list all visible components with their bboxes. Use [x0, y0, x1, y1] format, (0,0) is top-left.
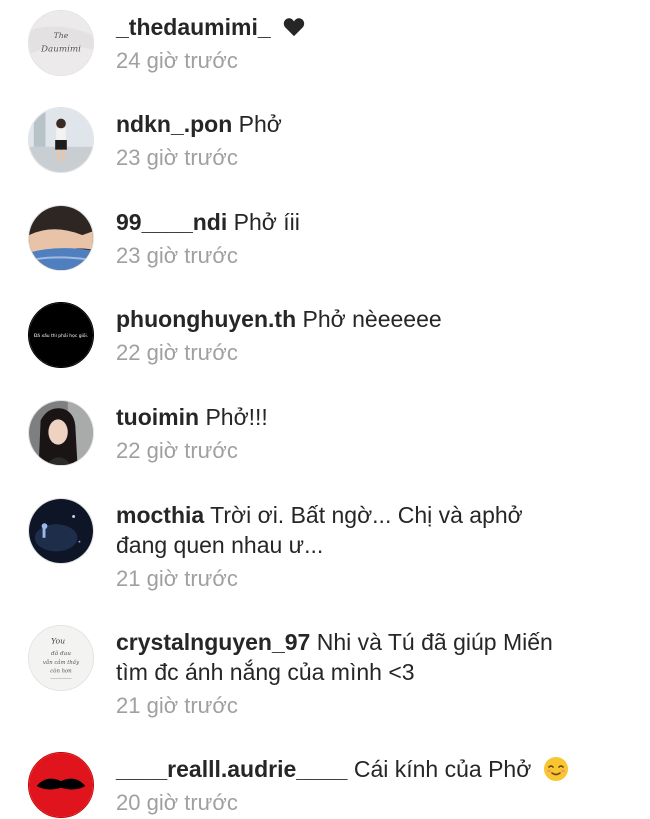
heart-icon: [283, 18, 305, 37]
avatar-quote-text: Đã xấu thì phải học giỏi.: [34, 332, 88, 339]
comment-text: Nhi và Tú đã giúp Miến: [316, 629, 553, 655]
comment-timestamp: 24 giờ trước: [116, 48, 238, 73]
comment-username[interactable]: tuoimin: [116, 404, 199, 430]
comment-text: Trời ơi. Bất ngờ... Chị và aphở: [210, 502, 523, 528]
comments-list: The Daumimi _thedaumimi_ 24 giờ trước nd…: [0, 0, 650, 819]
avatar[interactable]: [28, 752, 94, 818]
girl-standing-avatar-image: [29, 108, 93, 172]
avatar[interactable]: [28, 400, 94, 466]
avatar-quote-line2: đã đau: [51, 650, 71, 657]
avatar-quote-line1: You: [51, 636, 65, 645]
comment-timestamp: 21 giờ trước: [116, 566, 238, 591]
stage-concert-avatar-image: [29, 499, 93, 563]
comment-text: Phở nèeeeee: [302, 306, 442, 332]
red-lips-avatar-image: [29, 753, 93, 817]
comment-username[interactable]: ____realll.audrie____: [116, 756, 347, 782]
legs-denim-avatar-image: [29, 206, 93, 270]
comment-timestamp: 22 giờ trước: [116, 438, 238, 463]
comment-username[interactable]: _thedaumimi_: [116, 14, 271, 40]
calligraphy-avatar-image: The Daumimi: [29, 11, 93, 75]
comment-timestamp: 23 giờ trước: [116, 243, 238, 268]
avatar[interactable]: You đã đau vẫn cảm thấy còn hơn: [28, 625, 94, 691]
comment-username[interactable]: phuonghuyen.th: [116, 306, 296, 332]
avatar-calligraphy-line2: Daumimi: [40, 45, 81, 55]
comment-timestamp: 23 giờ trước: [116, 145, 238, 170]
avatar[interactable]: Đã xấu thì phải học giỏi.: [28, 302, 94, 368]
comment-username[interactable]: 99____ndi: [116, 209, 227, 235]
comment-timestamp: 22 giờ trước: [116, 340, 238, 365]
comment-text: Phở: [238, 111, 282, 137]
comment-timestamp: 21 giờ trước: [116, 693, 238, 718]
comment-username[interactable]: mocthia: [116, 502, 204, 528]
comment-text-line2: đang quen nhau ư...: [116, 532, 324, 558]
comment-username[interactable]: ndkn_.pon: [116, 111, 232, 137]
quote-avatar-image: You đã đau vẫn cảm thấy còn hơn: [29, 626, 93, 690]
avatar-quote-line3: vẫn cảm thấy: [43, 659, 80, 666]
avatar[interactable]: [28, 498, 94, 564]
comment-timestamp: 20 giờ trước: [116, 790, 238, 815]
avatar-calligraphy-line1: The: [54, 31, 69, 40]
avatar[interactable]: The Daumimi: [28, 10, 94, 76]
comment-text: Cái kính của Phở: [353, 756, 532, 782]
girl-portrait-avatar-image: [29, 401, 93, 465]
comment-text: Phở íii: [233, 209, 300, 235]
comment-username[interactable]: crystalnguyen_97: [116, 629, 310, 655]
smiling-emoji-icon: [543, 757, 568, 781]
avatar[interactable]: [28, 107, 94, 173]
avatar[interactable]: [28, 205, 94, 271]
comment-text: Phở!!!: [205, 404, 268, 430]
black-text-avatar-image: Đã xấu thì phải học giỏi.: [29, 303, 93, 367]
avatar-quote-line4: còn hơn: [50, 668, 72, 675]
comment-text-line2: tìm đc ánh nắng của mình <3: [116, 659, 415, 685]
